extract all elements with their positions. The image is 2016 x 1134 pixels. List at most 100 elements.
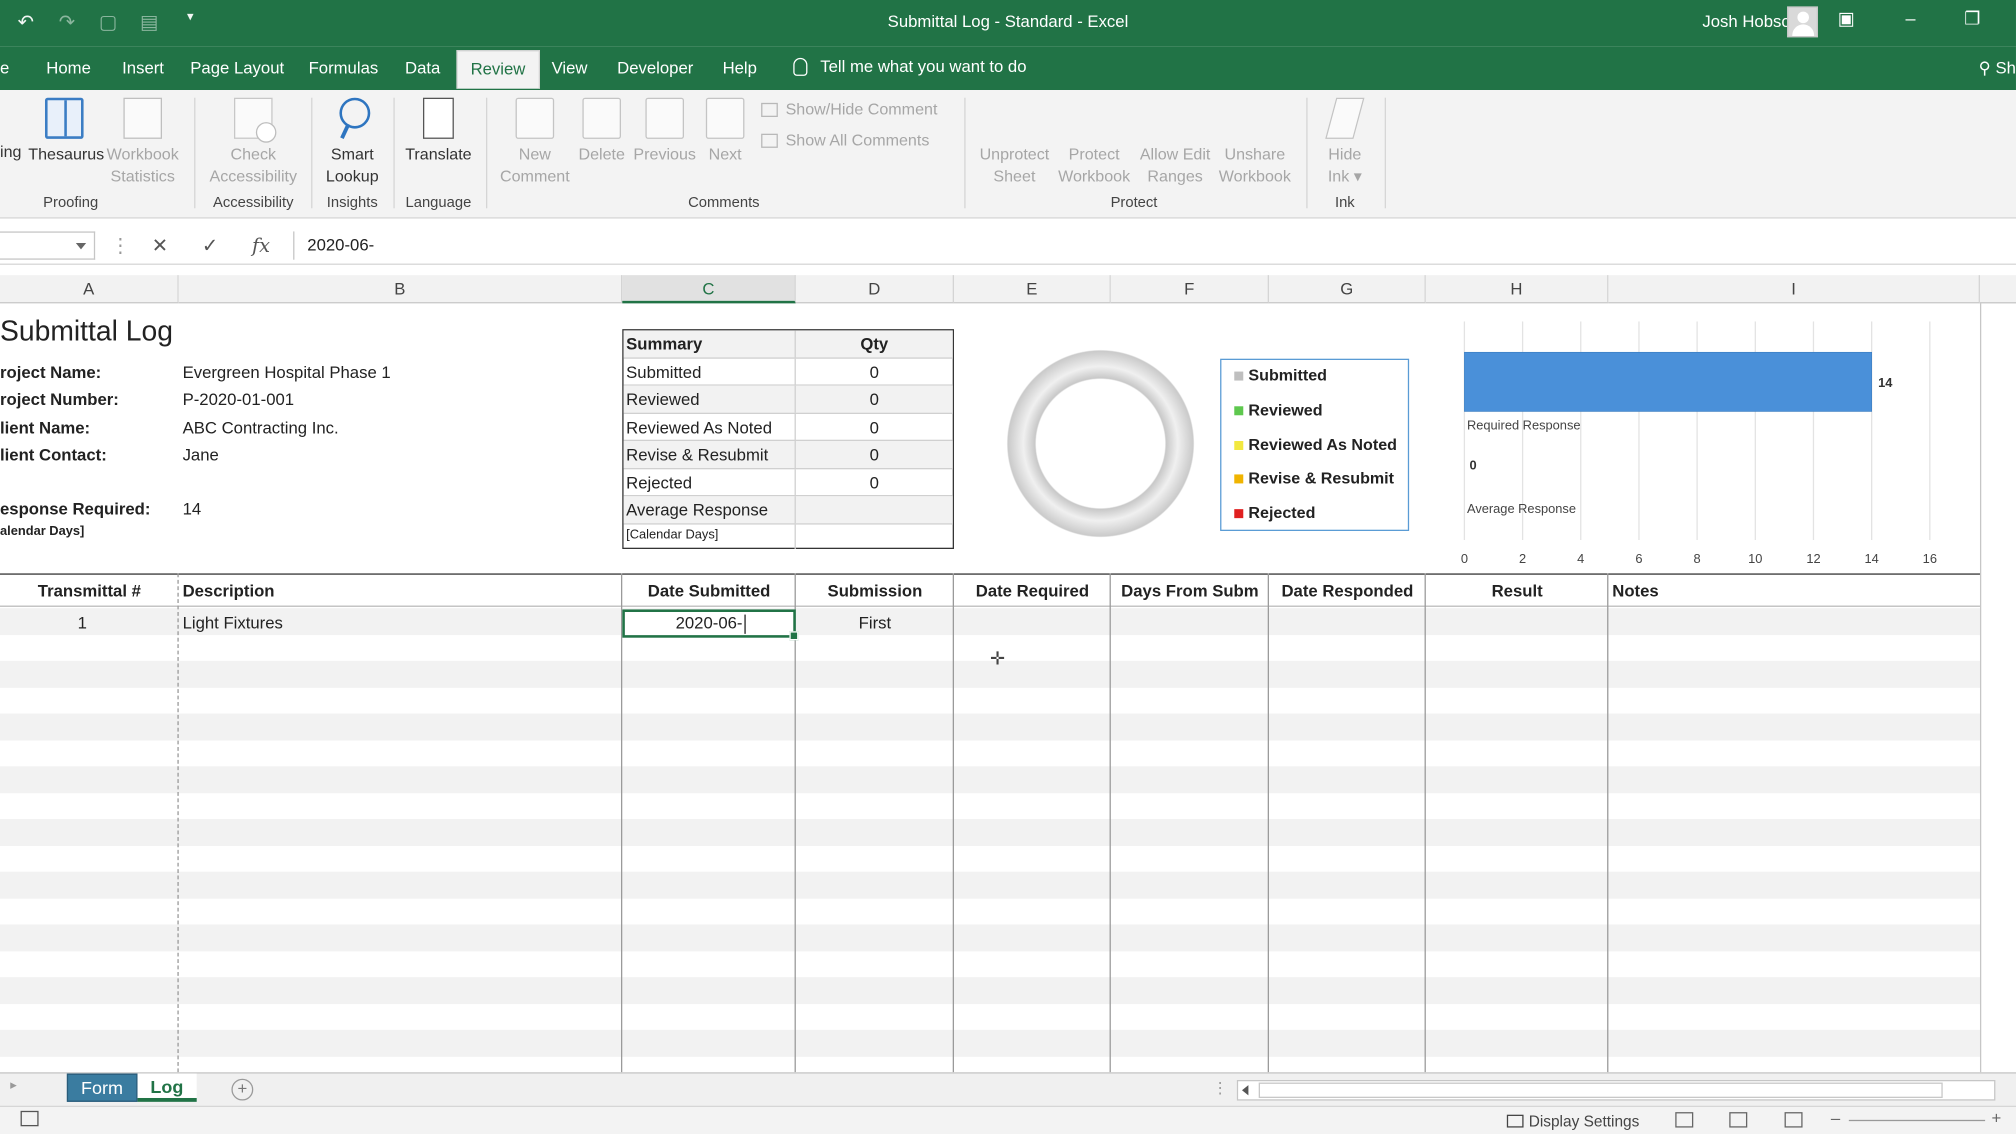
cell-transmittal[interactable]: 1 [0, 613, 165, 632]
response-bar-chart[interactable]: 0 2 4 6 8 10 12 14 16 14 Required Response 0 Average… [1453, 321, 1954, 566]
display-settings-button[interactable]: Display Settings [1506, 1112, 1639, 1130]
zoom-in-icon[interactable]: + [1992, 1108, 2002, 1127]
table-row[interactable] [0, 924, 1980, 951]
column-header-a[interactable]: A [0, 275, 179, 304]
show-hide-comment-button[interactable]: Show/Hide Comment [761, 100, 937, 118]
summary-row[interactable]: Submitted 0 [623, 358, 953, 386]
tab-home[interactable]: Home [46, 58, 91, 77]
translate-button[interactable]: Translate [401, 97, 476, 166]
table-row[interactable] [0, 608, 1980, 635]
tab-data[interactable]: Data [405, 58, 440, 77]
tab-formulas[interactable]: Formulas [309, 58, 379, 77]
normal-view-icon[interactable] [1675, 1112, 1694, 1128]
tab-page-layout[interactable]: Page Layout [190, 58, 284, 77]
tab-help[interactable]: Help [723, 58, 757, 77]
column-header-g[interactable]: G [1268, 275, 1426, 304]
cancel-icon[interactable]: ✕ [152, 234, 168, 257]
unshare-workbook-button[interactable]: Unshare Workbook [1214, 98, 1296, 443]
macro-record-icon[interactable] [20, 1110, 39, 1127]
header-date-submitted[interactable]: Date Submitted [622, 581, 796, 600]
previous-comment-button[interactable]: Previous [630, 97, 699, 166]
header-submission[interactable]: Submission [796, 581, 954, 600]
tab-developer[interactable]: Developer [617, 58, 693, 77]
summary-row[interactable]: Reviewed As Noted 0 [623, 413, 953, 441]
scrollbar-thumb[interactable] [1258, 1082, 1943, 1098]
scroll-left-icon[interactable] [1241, 1085, 1249, 1096]
header-days-from-submitted[interactable]: Days From Subm [1111, 581, 1269, 600]
column-header-i[interactable]: I [1608, 275, 1980, 304]
spelling-button-partial[interactable]: ing [0, 141, 21, 163]
client-name-value[interactable]: ABC Contracting Inc. [183, 418, 339, 437]
delete-comment-button[interactable]: Delete [573, 97, 630, 166]
scroll-tabs-icon[interactable]: ▸ [10, 1079, 16, 1093]
enter-icon[interactable]: ✓ [202, 234, 218, 257]
workbook-statistics-button[interactable]: Workbook Statistics [103, 97, 183, 188]
allow-edit-ranges-button[interactable]: Allow Edit Ranges [1134, 98, 1216, 443]
tab-review[interactable]: Review [456, 50, 540, 89]
summary-row[interactable]: Revise & Resubmit 0 [623, 440, 953, 469]
show-all-comments-button[interactable]: Show All Comments [761, 131, 929, 149]
check-accessibility-button[interactable]: Check Accessibility [203, 97, 303, 188]
column-header-d[interactable]: D [795, 275, 954, 304]
table-row[interactable] [0, 818, 1980, 846]
table-row[interactable] [0, 977, 1980, 1004]
tab-file-partial[interactable]: e [0, 58, 9, 77]
header-date-responded[interactable]: Date Responded [1269, 581, 1426, 600]
column-header-h[interactable]: H [1425, 275, 1609, 304]
summary-row[interactable]: Reviewed 0 [623, 385, 953, 414]
header-notes[interactable]: Notes [1612, 581, 1658, 600]
project-name-value[interactable]: Evergreen Hospital Phase 1 [183, 363, 391, 382]
status-donut-chart[interactable] [1006, 349, 1195, 538]
table-row[interactable] [0, 713, 1980, 740]
header-transmittal[interactable]: Transmittal # [0, 581, 179, 600]
response-required-value[interactable]: 14 [183, 499, 202, 518]
column-header-e[interactable]: E [953, 275, 1111, 304]
new-comment-button[interactable]: New Comment [495, 97, 575, 188]
table-row[interactable] [0, 1029, 1980, 1057]
hide-ink-button[interactable]: Hide Ink ▾ [1317, 97, 1374, 188]
restore-icon[interactable]: ❐ [1957, 8, 1988, 30]
table-row[interactable] [0, 766, 1980, 793]
project-number-value[interactable]: P-2020-01-001 [183, 390, 295, 409]
page-layout-view-icon[interactable] [1729, 1112, 1748, 1128]
minimize-icon[interactable]: – [1895, 8, 1926, 29]
zoom-slider[interactable] [1848, 1119, 1986, 1122]
page-break-view-icon[interactable] [1784, 1112, 1803, 1128]
formula-input[interactable]: 2020-06- [293, 231, 2016, 260]
avatar[interactable] [1787, 6, 1818, 38]
summary-row[interactable]: Rejected 0 [623, 468, 953, 497]
sheet-tab-log[interactable]: Log [137, 1073, 197, 1102]
worksheet[interactable]: Submittal Log roject Name: Evergreen Hos… [0, 303, 1982, 1073]
column-header-c[interactable]: C [622, 275, 796, 304]
splitter-icon[interactable]: ⋮ [1212, 1079, 1227, 1097]
cell-date-submitted[interactable]: 2020-06- [622, 613, 796, 632]
thesaurus-button[interactable]: Thesaurus [28, 97, 104, 166]
zoom-out-icon[interactable]: – [1831, 1108, 1840, 1127]
user-name[interactable]: Josh Hobson [1702, 12, 1800, 31]
cell-description[interactable]: Light Fixtures [183, 613, 283, 632]
smart-lookup-button[interactable]: Smart Lookup [319, 97, 386, 188]
horizontal-scrollbar[interactable] [1236, 1079, 1996, 1101]
next-comment-button[interactable]: Next [702, 97, 748, 166]
header-description[interactable]: Description [183, 581, 275, 600]
column-header-f[interactable]: F [1110, 275, 1269, 304]
add-sheet-icon[interactable]: + [231, 1078, 254, 1101]
header-date-required[interactable]: Date Required [954, 581, 1111, 600]
tell-me-search[interactable]: Tell me what you want to do [793, 57, 1027, 76]
insert-function-icon[interactable]: fx [252, 234, 270, 257]
header-result[interactable]: Result [1426, 581, 1609, 600]
protect-workbook-button[interactable]: Protect Workbook [1053, 98, 1135, 443]
tab-view[interactable]: View [552, 58, 588, 77]
client-contact-value[interactable]: Jane [183, 445, 219, 464]
tab-insert[interactable]: Insert [122, 58, 164, 77]
cell-submission[interactable]: First [796, 613, 954, 632]
unprotect-sheet-button[interactable]: Unprotect Sheet [973, 98, 1055, 443]
share-button[interactable]: ⚲ Sh [1979, 58, 2016, 79]
group-separator [393, 97, 395, 209]
table-row[interactable] [0, 871, 1980, 899]
ribbon-display-icon[interactable]: ▣ [1831, 8, 1862, 30]
summary-row[interactable]: Average Response [623, 496, 953, 524]
sheet-tab-form[interactable]: Form [66, 1073, 138, 1102]
name-box[interactable] [0, 231, 96, 260]
column-header-b[interactable]: B [178, 275, 623, 304]
